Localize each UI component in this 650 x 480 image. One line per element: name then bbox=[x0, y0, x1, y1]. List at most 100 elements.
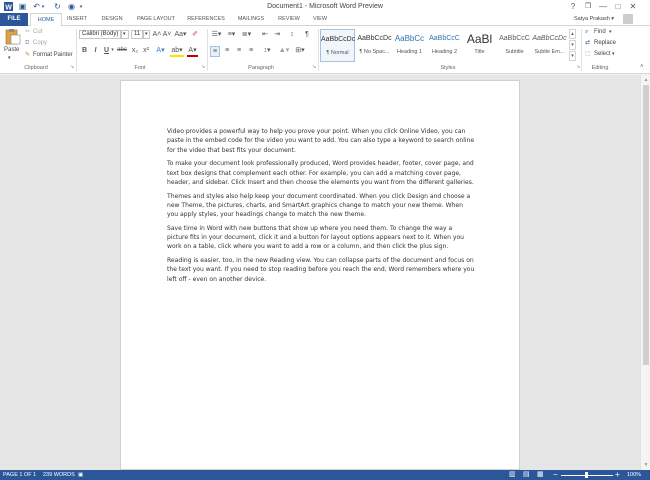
replace-button[interactable]: Replace bbox=[594, 39, 616, 48]
avatar[interactable] bbox=[623, 14, 633, 24]
vertical-scrollbar[interactable]: ▲ ▼ bbox=[640, 75, 650, 470]
collapse-ribbon-icon[interactable]: ˄ bbox=[640, 63, 644, 72]
sort-icon[interactable]: ↕ bbox=[287, 30, 297, 39]
style-heading-1[interactable]: AaBbCc Heading 1 bbox=[392, 29, 427, 62]
paragraph[interactable]: Reading is easier, too, in the new Readi… bbox=[167, 256, 475, 284]
style-title[interactable]: AaBl Title bbox=[462, 29, 497, 62]
style-no-spacing[interactable]: AaBbCcDc ¶ No Spac... bbox=[357, 29, 392, 62]
select-dropdown-icon[interactable]: ▾ bbox=[612, 50, 615, 59]
styles-scroll-up-icon[interactable]: ▴ bbox=[569, 29, 576, 39]
ribbon-display-icon[interactable]: ❐ bbox=[581, 1, 595, 12]
scroll-thumb[interactable] bbox=[643, 85, 649, 365]
paragraph[interactable]: Save time in Word with new buttons that … bbox=[167, 224, 475, 252]
style-subtle-emphasis[interactable]: AaBbCcDc Subtle Em... bbox=[532, 29, 567, 62]
select-button[interactable]: Select bbox=[594, 50, 611, 59]
bold-button[interactable]: B bbox=[80, 46, 89, 55]
styles-scroll-down-icon[interactable]: ▾ bbox=[569, 40, 576, 50]
borders-icon[interactable]: ⊞▾ bbox=[294, 46, 306, 55]
grow-font-icon[interactable]: A˄ bbox=[152, 30, 162, 39]
cut-icon[interactable]: ✂ bbox=[25, 28, 30, 37]
paste-dropdown-icon[interactable]: ▾ bbox=[8, 54, 11, 63]
zoom-in-icon[interactable]: + bbox=[615, 470, 620, 480]
find-button[interactable]: Find bbox=[594, 28, 606, 37]
web-layout-icon[interactable]: ▦ bbox=[537, 470, 544, 480]
paragraph[interactable]: To make your document look professionall… bbox=[167, 159, 475, 187]
copy-button[interactable]: Copy bbox=[33, 39, 47, 48]
scroll-down-icon[interactable]: ▼ bbox=[642, 461, 650, 469]
font-family-dropdown-icon[interactable]: ▾ bbox=[121, 30, 129, 39]
touch-mode-icon[interactable]: ◉ bbox=[66, 2, 77, 12]
paste-icon[interactable] bbox=[3, 29, 21, 45]
font-size-select[interactable]: 11 bbox=[131, 30, 143, 39]
align-right-icon[interactable]: ≡ bbox=[234, 46, 244, 55]
replace-icon[interactable]: ⇄ bbox=[585, 39, 590, 48]
cut-button[interactable]: Cut bbox=[33, 28, 42, 37]
style-normal[interactable]: AaBbCcDc ¶ Normal bbox=[320, 29, 355, 62]
decrease-indent-icon[interactable]: ⇤ bbox=[260, 30, 270, 39]
tab-review[interactable]: REVIEW bbox=[274, 13, 304, 26]
clipboard-launcher-icon[interactable]: ↘ bbox=[70, 63, 74, 72]
word-count[interactable]: 239 WORDS bbox=[43, 470, 75, 480]
center-icon[interactable]: ≡ bbox=[222, 46, 232, 55]
undo-dropdown-icon[interactable]: ▾ bbox=[40, 2, 46, 12]
select-icon[interactable]: ⬚ bbox=[585, 50, 591, 59]
find-dropdown-icon[interactable]: ▾ bbox=[609, 28, 612, 37]
minimize-button[interactable]: — bbox=[596, 1, 610, 12]
styles-more-icon[interactable]: ▾ bbox=[569, 51, 576, 61]
page-count[interactable]: PAGE 1 OF 1 bbox=[3, 470, 36, 480]
strikethrough-button[interactable]: abc bbox=[116, 46, 128, 55]
numbering-icon[interactable]: ≡▾ bbox=[225, 30, 238, 39]
find-icon[interactable]: ⌕ bbox=[585, 28, 588, 37]
line-spacing-icon[interactable]: ↕▾ bbox=[261, 46, 273, 55]
text-effects-icon[interactable]: A▾ bbox=[155, 46, 166, 55]
font-family-select[interactable]: Calibri (Body) bbox=[79, 30, 121, 39]
document-body[interactable]: Video provides a powerful way to help yo… bbox=[167, 127, 475, 288]
multilevel-list-icon[interactable]: ≣▾ bbox=[240, 30, 253, 39]
maximize-button[interactable]: □ bbox=[611, 1, 625, 12]
align-left-icon[interactable]: ≡ bbox=[210, 46, 220, 57]
italic-button[interactable]: I bbox=[91, 46, 100, 55]
user-name[interactable]: Satya Prakash ▾ bbox=[574, 13, 614, 26]
proofing-icon[interactable]: ▣ bbox=[78, 470, 83, 480]
font-color-icon[interactable]: A▾ bbox=[187, 46, 198, 57]
tab-view[interactable]: VIEW bbox=[308, 13, 332, 26]
scroll-up-icon[interactable]: ▲ bbox=[642, 76, 650, 84]
format-painter-button[interactable]: Format Painter bbox=[33, 51, 73, 60]
superscript-button[interactable]: x² bbox=[141, 46, 151, 55]
style-heading-2[interactable]: AaBbCcC Heading 2 bbox=[427, 29, 462, 62]
subscript-button[interactable]: x₂ bbox=[130, 46, 140, 55]
help-icon[interactable]: ? bbox=[566, 1, 580, 12]
zoom-out-icon[interactable]: − bbox=[553, 470, 558, 480]
underline-dropdown-icon[interactable]: ▾ bbox=[110, 46, 115, 55]
font-launcher-icon[interactable]: ↘ bbox=[201, 63, 205, 72]
shading-icon[interactable]: ▲▾ bbox=[278, 46, 290, 55]
format-painter-icon[interactable]: ✎ bbox=[25, 51, 30, 60]
tab-references[interactable]: REFERENCES bbox=[185, 13, 227, 26]
zoom-level[interactable]: 100% bbox=[627, 470, 641, 480]
print-layout-icon[interactable]: ▤ bbox=[523, 470, 530, 480]
style-subtitle[interactable]: AaBbCcC Subtitle bbox=[497, 29, 532, 62]
tab-file[interactable]: FILE bbox=[0, 13, 28, 26]
paste-button[interactable]: Paste bbox=[4, 46, 19, 55]
justify-icon[interactable]: ≡ bbox=[246, 46, 256, 55]
change-case-icon[interactable]: Aa▾ bbox=[174, 30, 187, 39]
show-formatting-icon[interactable]: ¶ bbox=[302, 30, 312, 39]
clear-formatting-icon[interactable]: ✐ bbox=[190, 30, 200, 39]
shrink-font-icon[interactable]: A˅ bbox=[162, 30, 172, 39]
redo-icon[interactable]: ↻ bbox=[52, 2, 63, 12]
tab-home[interactable]: HOME bbox=[30, 13, 62, 27]
paragraph-launcher-icon[interactable]: ↘ bbox=[312, 63, 316, 72]
font-size-dropdown-icon[interactable]: ▾ bbox=[143, 30, 150, 39]
bullets-icon[interactable]: ☰▾ bbox=[210, 30, 223, 39]
zoom-slider-thumb[interactable] bbox=[585, 472, 588, 478]
tab-mailings[interactable]: MAILINGS bbox=[232, 13, 270, 26]
save-icon[interactable]: ▣ bbox=[17, 2, 28, 12]
highlight-color-icon[interactable]: ab▾ bbox=[170, 46, 184, 57]
tab-design[interactable]: DESIGN bbox=[96, 13, 128, 26]
copy-icon[interactable]: ⧉ bbox=[25, 39, 29, 48]
document-page[interactable]: Video provides a powerful way to help yo… bbox=[120, 80, 520, 470]
styles-launcher-icon[interactable]: ↘ bbox=[576, 63, 580, 72]
paragraph[interactable]: Video provides a powerful way to help yo… bbox=[167, 127, 475, 155]
paragraph[interactable]: Themes and styles also help keep your do… bbox=[167, 192, 475, 220]
customize-toolbar-icon[interactable]: ▾ bbox=[78, 2, 84, 12]
